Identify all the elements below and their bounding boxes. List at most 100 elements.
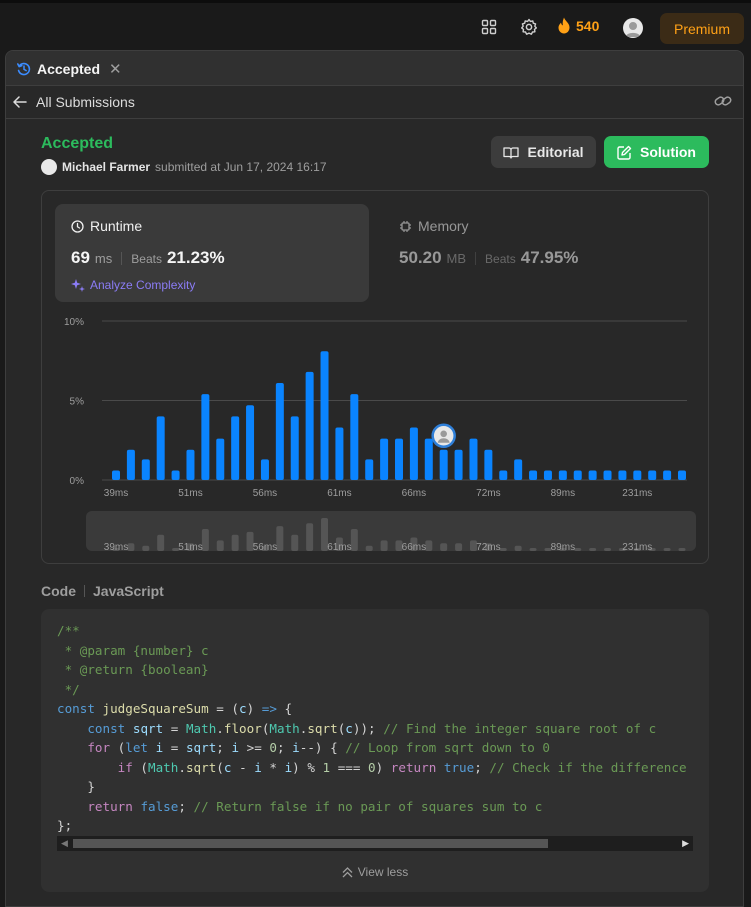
runtime-distribution-chart[interactable]: 10% 5% 0% 39ms 51ms 56ms 61ms 66ms 72ms 89ms 231ms… — [42, 311, 709, 564]
clock-icon — [71, 219, 84, 233]
navigator-bar — [306, 523, 314, 551]
runtime-title: Runtime — [71, 218, 142, 234]
submission-subbar: All Submissions — [6, 86, 743, 119]
back-to-submissions-link[interactable]: All Submissions — [13, 94, 135, 110]
navigator-bar — [380, 540, 388, 551]
chart-bar — [424, 438, 433, 480]
navigator-bar — [276, 526, 284, 551]
streak-count: 540 — [576, 17, 600, 34]
x-tick-label: 61ms — [327, 488, 351, 499]
runtime-beats-label: Beats — [131, 252, 162, 266]
double-chevron-up-icon — [342, 866, 353, 877]
y-tick-label: 5% — [70, 397, 85, 408]
runtime-unit: ms — [94, 251, 113, 266]
view-less-button[interactable]: View less — [41, 865, 709, 879]
arrow-left-icon — [13, 96, 27, 108]
close-tab-icon[interactable]: ✕ — [109, 60, 122, 78]
analyze-complexity-link[interactable]: Analyze Complexity — [71, 278, 195, 292]
navigator-tick-label: 61ms — [327, 542, 351, 553]
navigator-bar — [365, 545, 373, 551]
submitted-at-text: submitted at Jun 17, 2024 16:17 — [155, 160, 327, 174]
memory-beats-label: Beats — [485, 252, 516, 266]
chart-bar — [305, 371, 314, 480]
chart-bar — [260, 459, 269, 480]
tab-label: Accepted — [37, 61, 101, 77]
x-tick-label: 89ms — [551, 488, 575, 499]
user-avatar[interactable] — [623, 18, 643, 38]
code-horizontal-scrollbar[interactable]: ◀ ▶ — [57, 836, 693, 851]
memory-title: Memory — [399, 218, 469, 234]
navigator-tick-label: 51ms — [178, 542, 202, 553]
navigator-bar — [514, 545, 522, 551]
code-label: Code — [41, 583, 76, 599]
settings-gear-icon[interactable] — [519, 17, 539, 37]
memory-value: 50.20 — [399, 248, 442, 267]
chart-bar — [231, 416, 240, 480]
chart-bar — [514, 459, 523, 480]
premium-button[interactable]: Premium — [660, 13, 744, 44]
history-icon — [17, 62, 31, 76]
scrollbar-thumb[interactable] — [73, 839, 548, 848]
submitter-info: Michael Farmer submitted at Jun 17, 2024… — [41, 159, 327, 175]
chart-bar — [543, 470, 552, 480]
memory-card[interactable]: Memory 50.20 MB Beats 47.95% — [383, 204, 683, 302]
navigator-bar — [157, 534, 165, 551]
x-tick-label: 51ms — [178, 488, 202, 499]
chart-bar — [409, 427, 418, 480]
tab-accepted[interactable]: Accepted ✕ — [17, 60, 122, 78]
chart-bar — [588, 470, 597, 480]
performance-stats: Runtime 69 ms Beats 21.23% Analyze Compl… — [41, 190, 709, 564]
navigator-bar — [499, 548, 507, 551]
edit-icon — [617, 145, 632, 160]
chart-bar — [618, 470, 627, 480]
tab-bar: Accepted ✕ — [6, 51, 743, 86]
memory-title-label: Memory — [418, 218, 469, 234]
runtime-card[interactable]: Runtime 69 ms Beats 21.23% Analyze Compl… — [55, 204, 369, 302]
link-icon[interactable] — [714, 94, 732, 113]
fire-icon — [558, 17, 570, 34]
chart-bar — [186, 449, 195, 480]
x-tick-label: 56ms — [253, 488, 277, 499]
navigator-tick-label: 39ms — [104, 542, 128, 553]
navigator-tick-label: 231ms — [622, 542, 652, 553]
code-header: Code JavaScript — [41, 583, 164, 599]
editorial-button[interactable]: Editorial — [491, 136, 596, 168]
solution-label: Solution — [640, 144, 696, 160]
submission-panel: Accepted ✕ All Submissions Accepted Mich… — [5, 50, 744, 907]
chart-bar — [663, 470, 672, 480]
runtime-value: 69 — [71, 248, 90, 267]
streak-counter[interactable]: 540 — [557, 17, 599, 34]
apps-grid-icon[interactable] — [479, 17, 499, 37]
book-icon — [503, 146, 520, 159]
chart-bar — [558, 470, 567, 480]
navigator-tick-label: 72ms — [476, 542, 500, 553]
code-viewer[interactable]: /** * @param {number} c * @return {boole… — [41, 609, 709, 892]
memory-values: 50.20 MB Beats 47.95% — [399, 248, 578, 268]
navigator-bar — [201, 529, 209, 551]
submission-status: Accepted — [41, 135, 114, 152]
chart-bar — [320, 351, 329, 480]
navigator-bar — [142, 545, 150, 551]
editorial-label: Editorial — [527, 144, 584, 160]
chart-bar — [216, 438, 225, 480]
navigator-tick-label: 66ms — [402, 542, 426, 553]
chart-bar — [335, 427, 344, 480]
navigator-bar — [291, 534, 299, 551]
x-tick-label: 39ms — [104, 488, 128, 499]
navigator-bar — [678, 548, 686, 551]
navigator-bar — [529, 548, 537, 551]
scroll-right-icon[interactable]: ▶ — [682, 838, 689, 849]
code-content[interactable]: /** * @param {number} c * @return {boole… — [57, 621, 693, 841]
chart-bar — [573, 470, 582, 480]
chart-bar — [365, 459, 374, 480]
runtime-beats-value: 21.23% — [166, 248, 225, 267]
submitter-avatar[interactable] — [41, 159, 57, 175]
sparkle-icon — [71, 279, 85, 292]
analyze-label: Analyze Complexity — [90, 278, 196, 292]
solution-button[interactable]: Solution — [604, 136, 709, 168]
user-avatar-head — [440, 430, 447, 438]
submitter-name[interactable]: Michael Farmer — [62, 160, 150, 174]
memory-beats-value: 47.95% — [520, 248, 579, 267]
scroll-left-icon[interactable]: ◀ — [61, 838, 68, 849]
navigator-bar — [663, 548, 671, 551]
